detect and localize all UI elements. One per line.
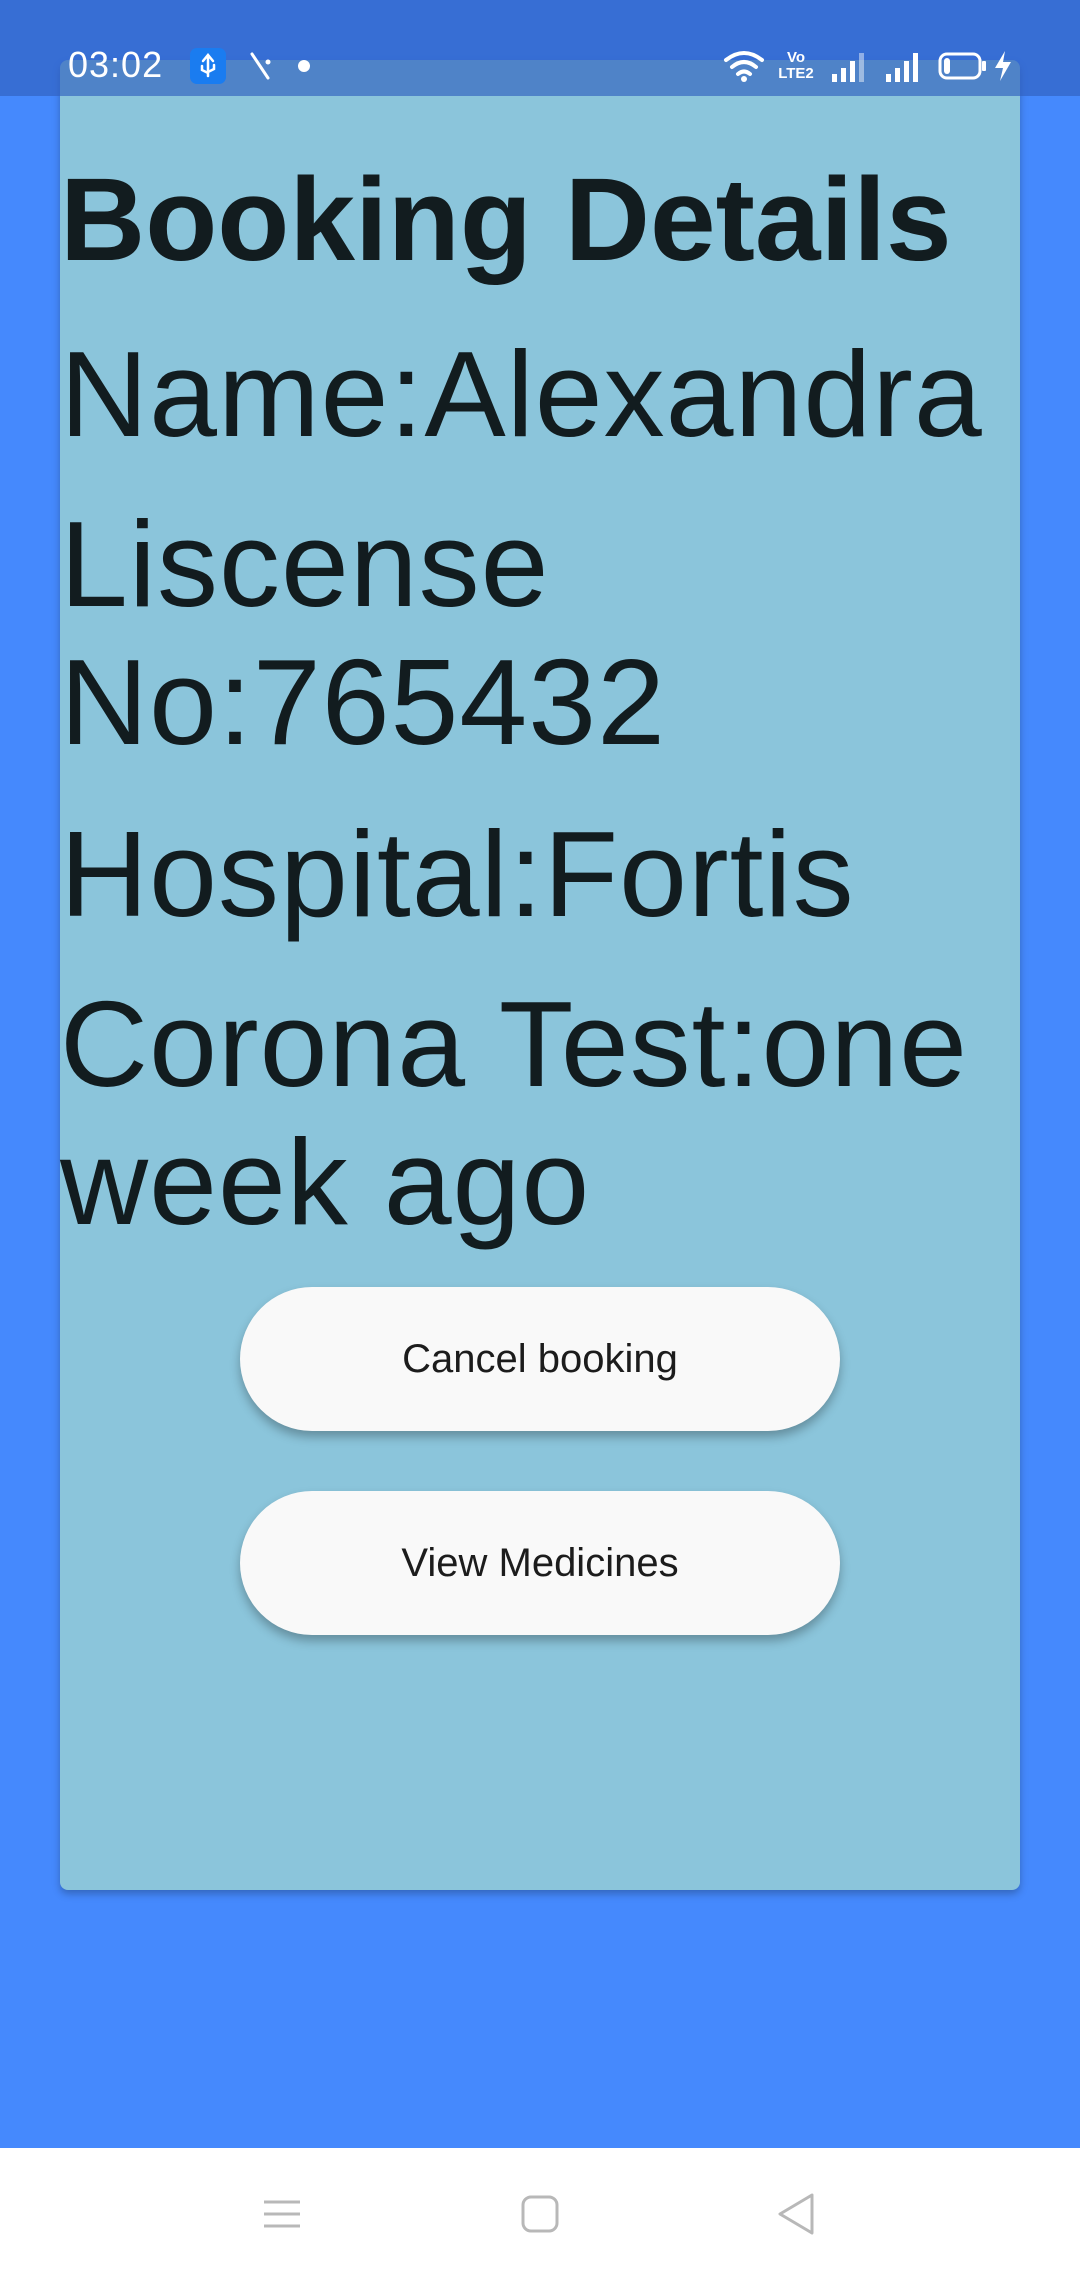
signal-icon xyxy=(830,48,870,84)
back-icon xyxy=(778,2193,814,2235)
status-bar: 03:02 Vo LTE2 xyxy=(0,0,1080,96)
volte-icon: Vo LTE2 xyxy=(778,49,814,82)
hospital-value: Hospital:Fortis xyxy=(60,806,855,942)
corona-test-value-cont: week ago xyxy=(60,1114,591,1250)
status-right-icons: Vo LTE2 xyxy=(722,48,1014,84)
antenna-icon xyxy=(244,48,280,84)
wifi-icon xyxy=(722,48,766,84)
notification-dot-icon xyxy=(298,60,310,72)
signal-icon xyxy=(884,48,924,84)
booking-card: Booking Details Name:Alexandra Liscense … xyxy=(60,60,1020,1890)
page-title: Booking Details xyxy=(60,154,952,286)
menu-icon xyxy=(264,2200,300,2228)
usb-debug-icon xyxy=(190,48,226,84)
status-left-icons xyxy=(190,48,310,84)
home-icon xyxy=(521,2195,559,2233)
corona-test-value: Corona Test:one xyxy=(60,976,969,1112)
charging-icon xyxy=(992,49,1014,83)
menu-button[interactable] xyxy=(252,2184,312,2244)
status-time: 03:02 xyxy=(68,44,164,85)
view-medicines-button[interactable]: View Medicines xyxy=(240,1491,840,1635)
navigation-bar xyxy=(0,2148,1080,2280)
battery-icon xyxy=(938,52,988,80)
cancel-booking-button[interactable]: Cancel booking xyxy=(240,1287,840,1431)
license-number: No:765432 xyxy=(60,634,666,770)
license-label: Liscense xyxy=(60,496,550,632)
name-value: Name:Alexandra xyxy=(60,326,983,462)
home-button[interactable] xyxy=(510,2184,570,2244)
back-button[interactable] xyxy=(766,2184,826,2244)
